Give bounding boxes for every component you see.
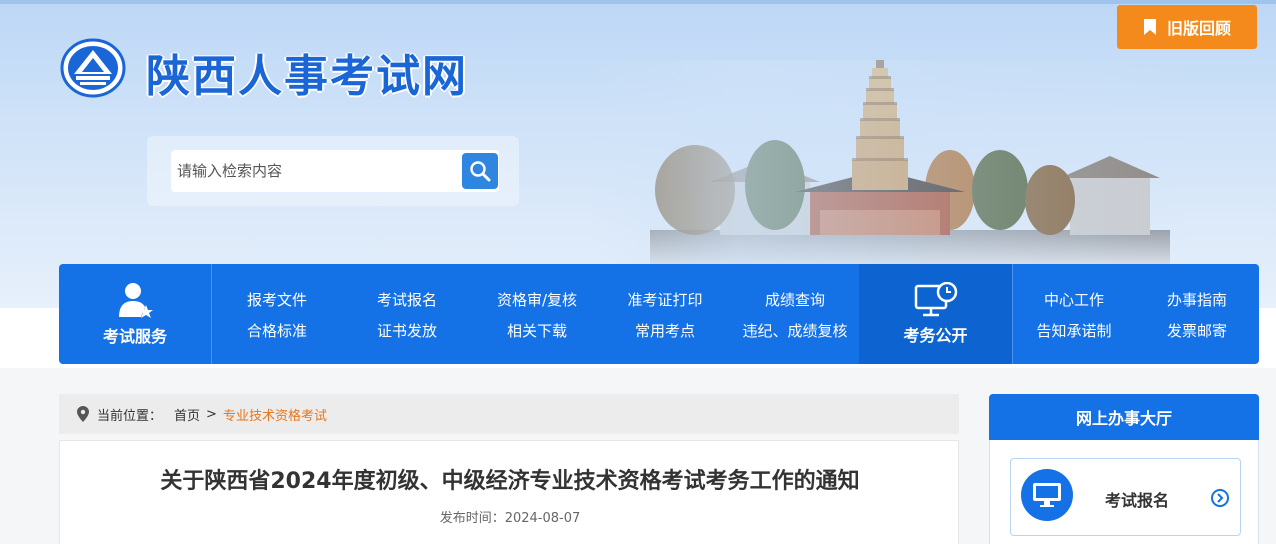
nav-link-weiji-fuhe[interactable]: 违纪、成绩复核 xyxy=(730,320,860,341)
nav-link-changyong-kaodian[interactable]: 常用考点 xyxy=(600,320,730,341)
article-panel: 关于陕西省2024年度初级、中级经济专业技术资格考试考务工作的通知 发布时间：2… xyxy=(59,440,959,544)
breadcrumb-current[interactable]: 专业技术资格考试 xyxy=(223,405,327,424)
nav-link-hege-biaozhun[interactable]: 合格标准 xyxy=(212,320,342,341)
nav-link-fapiao-youji[interactable]: 发票邮寄 xyxy=(1132,320,1259,341)
page: 陕西人事考试网 旧版回顾 请输入检索内容 考试服务 报考文件 考试报名 资格审/… xyxy=(0,0,1276,544)
pagoda-scene-image xyxy=(590,60,1190,270)
nav-link-banshi-zhinan[interactable]: 办事指南 xyxy=(1132,289,1259,310)
nav-link-chengji-chaxun[interactable]: 成绩查询 xyxy=(730,289,860,310)
main-nav: 考试服务 报考文件 考试报名 资格审/复核 准考证打印 成绩查询 合格标准 证书… xyxy=(59,264,1259,364)
header-banner: 陕西人事考试网 旧版回顾 xyxy=(0,0,1276,308)
online-hall-panel: 考试报名 xyxy=(989,440,1259,544)
breadcrumb-home-link[interactable]: 首页 xyxy=(174,405,200,424)
nav-divider xyxy=(1012,264,1013,364)
monitor-clock-icon xyxy=(914,282,957,317)
nav-link-zhongxin-gongzuo[interactable]: 中心工作 xyxy=(1009,289,1139,310)
breadcrumb-prefix: 当前位置： xyxy=(97,408,163,424)
date-value: 2024-08-07 xyxy=(504,511,581,526)
nav-link-baokao-wenjian[interactable]: 报考文件 xyxy=(212,289,342,310)
affairs-public-block[interactable]: 考务公开 xyxy=(859,264,1012,364)
nav-link-gaozhi-chengnuo[interactable]: 告知承诺制 xyxy=(1009,320,1139,341)
exam-service-label: 考试服务 xyxy=(102,327,167,346)
online-hall-heading: 网上办事大厅 xyxy=(989,394,1259,440)
search-box xyxy=(147,136,519,206)
nav-link-zige-shen[interactable]: 资格审/复核 xyxy=(472,289,602,310)
old-version-label: 旧版回顾 xyxy=(1166,19,1231,38)
user-star-icon xyxy=(119,283,153,318)
exam-service-block[interactable]: 考试服务 xyxy=(59,264,211,364)
article-title: 关于陕西省2024年度初级、中级经济专业技术资格考试考务工作的通知 xyxy=(160,469,860,494)
search-button[interactable] xyxy=(461,150,499,192)
exam-registration-label: 考试报名 xyxy=(1105,491,1170,510)
date-label: 发布时间： xyxy=(439,511,505,526)
chevron-right-icon xyxy=(1211,489,1229,507)
nav-link-zhunkaozheng[interactable]: 准考证打印 xyxy=(600,289,730,310)
site-title[interactable]: 陕西人事考试网 xyxy=(146,40,468,104)
monitor-icon xyxy=(1021,469,1073,521)
exam-registration-card[interactable]: 考试报名 xyxy=(1010,458,1241,536)
breadcrumb-separator: > xyxy=(206,406,217,422)
nav-link-xiangguan-xiazai[interactable]: 相关下载 xyxy=(472,320,602,341)
nav-divider xyxy=(211,264,212,364)
location-pin-icon xyxy=(77,406,89,422)
breadcrumb: 当前位置： 首页 > 专业技术资格考试 xyxy=(59,394,959,434)
nav-link-zhengshu-fafang[interactable]: 证书发放 xyxy=(342,320,472,341)
search-input[interactable] xyxy=(171,150,461,192)
site-logo-icon[interactable] xyxy=(60,38,126,98)
top-line xyxy=(0,0,1276,4)
affairs-public-label: 考务公开 xyxy=(903,326,968,345)
article-date: 发布时间：2024-08-07 xyxy=(60,507,960,526)
bookmark-icon xyxy=(1143,19,1156,35)
old-version-button[interactable]: 旧版回顾 xyxy=(1117,5,1257,49)
nav-link-kaoshi-baoming[interactable]: 考试报名 xyxy=(342,289,472,310)
search-icon xyxy=(470,161,491,182)
